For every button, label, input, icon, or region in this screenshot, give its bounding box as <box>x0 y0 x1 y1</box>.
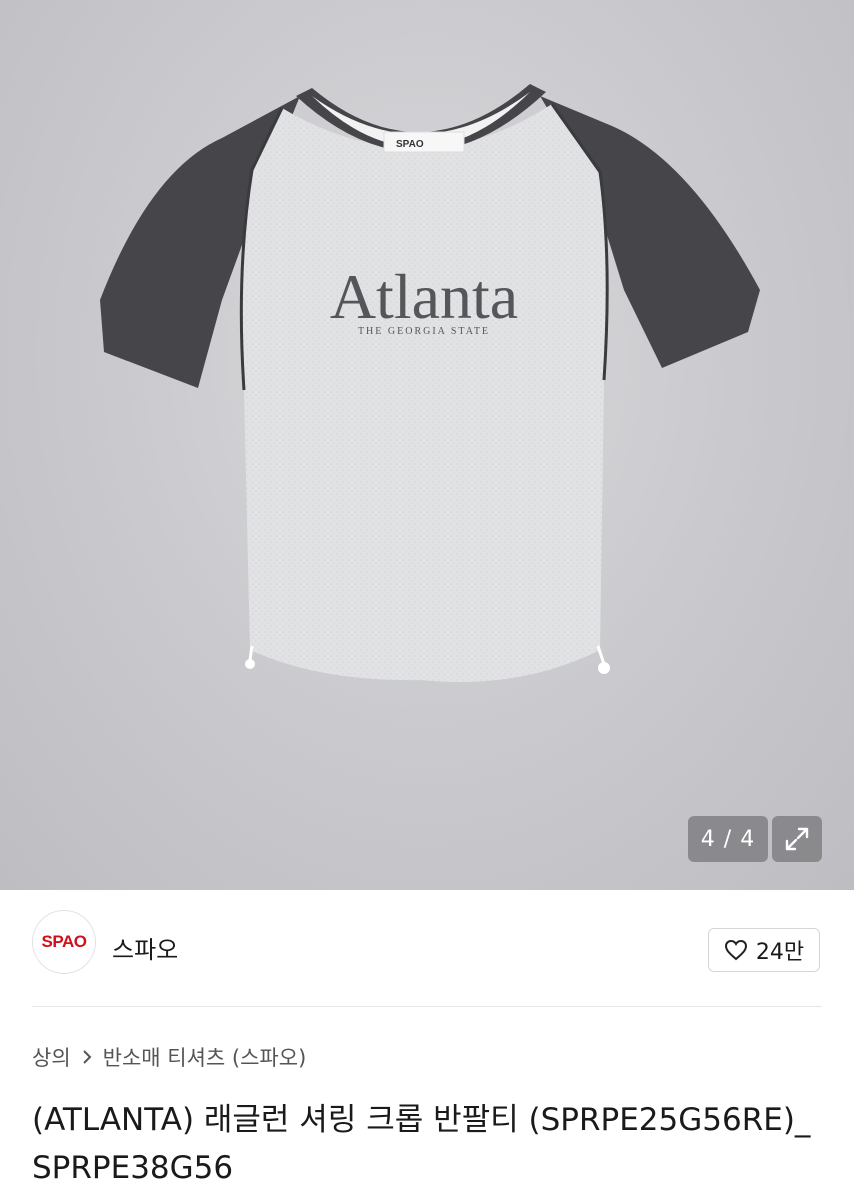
chevron-right-icon <box>82 1050 92 1064</box>
seller-name[interactable]: 스파오 <box>112 930 178 965</box>
expand-button[interactable] <box>772 816 822 862</box>
product-image-gallery[interactable]: SPAO Atlanta THE GEORGIA STATE 4 / 4 <box>0 0 854 890</box>
like-button[interactable]: 24만 <box>708 928 820 972</box>
breadcrumb: 상의 반소매 티셔츠 (스파오) <box>32 1042 306 1072</box>
seller-section: SPAO 스파오 24만 <box>0 890 854 1008</box>
product-title: (ATLANTA) 래글런 셔링 크롭 반팔티 (SPRPE25G56RE)_S… <box>32 1102 811 1186</box>
product-image[interactable]: SPAO Atlanta THE GEORGIA STATE <box>0 0 854 890</box>
seller-logo[interactable]: SPAO <box>32 910 96 974</box>
breadcrumb-item-category[interactable]: 상의 <box>32 1042 71 1072</box>
like-count: 24만 <box>755 940 805 965</box>
image-counter: 4 / 4 <box>688 816 768 862</box>
seller-logo-text: SPAO <box>41 932 87 951</box>
neck-label-text: SPAO <box>396 139 424 150</box>
print-title: Atlanta <box>330 261 518 332</box>
tshirt-body <box>241 104 608 682</box>
expand-arrows-icon <box>785 827 809 851</box>
divider <box>32 1006 822 1007</box>
breadcrumb-item-subcategory[interactable]: 반소매 티셔츠 (스파오) <box>103 1042 307 1072</box>
print-subtitle: THE GEORGIA STATE <box>358 326 490 337</box>
heart-outline-icon <box>724 939 747 961</box>
